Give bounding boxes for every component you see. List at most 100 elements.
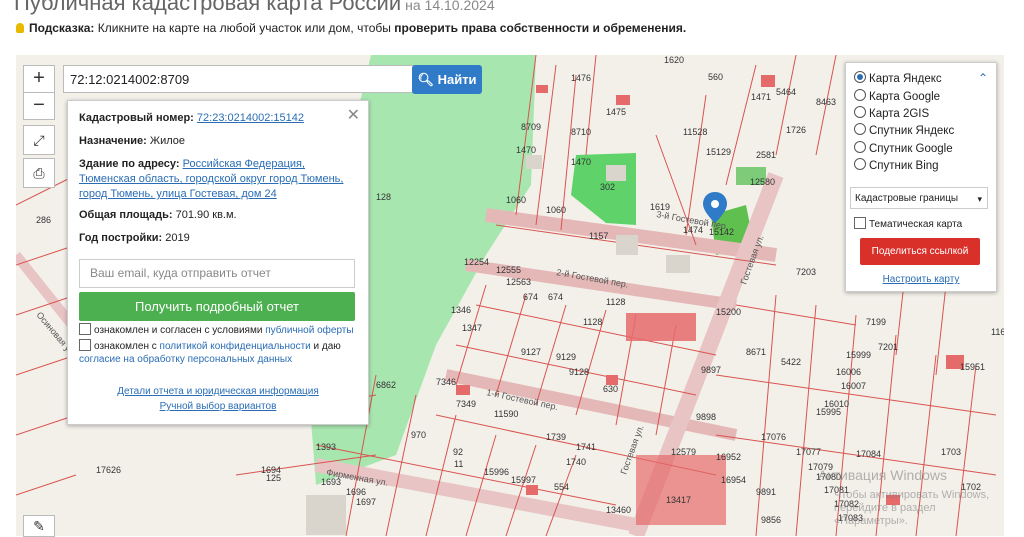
cadastral-number-row: Кадастровый номер: 72:23:0214002:15142 — [79, 111, 361, 126]
plot-number-label: 554 — [554, 482, 569, 492]
layer-label: Спутник Bing — [869, 160, 939, 172]
privacy-consent: ознакомлен с политикой конфиденциальност… — [79, 339, 361, 366]
layer-option[interactable]: Спутник Google — [854, 141, 953, 155]
cadastral-link[interactable]: 72:23:0214002:15142 — [197, 112, 304, 124]
offer-text: ознакомлен и согласен с условиями — [94, 325, 263, 336]
privacy-link[interactable]: политикой конфиденциальности — [160, 341, 311, 352]
plot-number-label: 1620 — [664, 55, 684, 65]
hint-text: Кликните на карте на любой участок или д… — [97, 21, 391, 35]
area-value: 701.90 кв.м. — [175, 209, 237, 221]
hint-label: Подсказка: — [29, 21, 95, 35]
zoom-in-button[interactable]: + — [23, 65, 55, 93]
plot-number-label: 15129 — [706, 147, 731, 157]
layer-label: Спутник Google — [869, 143, 953, 155]
consent-link[interactable]: согласие на обработку персональных данны… — [79, 354, 292, 365]
layer-label: Спутник Яндекс — [869, 125, 955, 137]
plot-number-label: 13460 — [606, 505, 631, 515]
map-layers-panel: ⌃ Карта Яндекс Карта Google Карта 2GIS С… — [845, 62, 997, 292]
plot-number-label: 16007 — [841, 381, 866, 391]
layer-option[interactable]: Карта Google — [854, 89, 940, 103]
plot-number-label: 1128 — [606, 297, 625, 307]
search-button-label: Найти — [437, 72, 477, 87]
plot-number-label: 7201 — [878, 342, 898, 352]
plot-number-label: 9891 — [756, 487, 776, 497]
get-report-button[interactable]: Получить подробный отчет — [79, 292, 355, 321]
plot-number-label: 1740 — [566, 457, 586, 467]
plot-number-label: 674 — [548, 292, 563, 302]
plot-number-label: 12555 — [496, 265, 521, 275]
area-label: Общая площадь: — [79, 209, 173, 221]
plot-number-label: 630 — [603, 384, 618, 394]
layer-option[interactable]: Спутник Яндекс — [854, 123, 954, 137]
search-button[interactable]: 🔍︎ Найти — [412, 65, 482, 94]
layer-label: Карта Яндекс — [869, 73, 942, 85]
printer-icon: ⎙ — [33, 165, 45, 181]
offer-checkbox[interactable] — [79, 323, 91, 335]
plot-number-label: 12579 — [671, 447, 696, 457]
report-details-link[interactable]: Детали отчета и юридическая информация — [68, 386, 368, 397]
email-input[interactable]: Ваш email, куда отправить отчет — [79, 259, 355, 288]
layer-type-select[interactable]: Кадастровые границы ▾ — [850, 187, 988, 209]
cadastral-search-input[interactable] — [63, 65, 415, 93]
layer-option[interactable]: Карта Яндекс — [854, 71, 942, 85]
radio-icon[interactable] — [854, 106, 866, 118]
chevron-up-icon[interactable]: ⌃ — [978, 71, 988, 85]
plot-number-label: 8710 — [571, 127, 591, 137]
hint-bar: Подсказка: Кликните на карте на любой уч… — [16, 21, 686, 35]
expand-icon: ⤢ — [33, 132, 45, 148]
plot-number-label: 2581 — [756, 150, 776, 160]
radio-icon[interactable] — [854, 71, 866, 83]
plot-number-label: 1060 — [546, 205, 566, 215]
setup-map-link[interactable]: Настроить карту — [846, 274, 996, 285]
plot-number-label: 12563 — [506, 277, 531, 287]
title-text: Публичная кадастровая карта России — [14, 0, 402, 15]
layer-option[interactable]: Карта 2GIS — [854, 106, 929, 120]
plot-number-label: 1703 — [941, 447, 961, 457]
plot-number-label: 12254 — [464, 257, 489, 267]
plot-number-label: 17077 — [796, 447, 821, 457]
plot-number-label: 15995 — [816, 407, 841, 417]
offer-link[interactable]: публичной оферты — [265, 325, 353, 336]
plot-number-label: 15951 — [960, 362, 985, 372]
plot-number-label: 6862 — [376, 380, 396, 390]
privacy-checkbox[interactable] — [79, 339, 91, 351]
plot-number-label: 674 — [523, 292, 538, 302]
radio-icon[interactable] — [854, 158, 866, 170]
plot-number-label: 1471 — [751, 92, 771, 102]
plot-number-label: 1741 — [576, 442, 596, 452]
privacy-text: ознакомлен с — [94, 341, 157, 352]
print-button[interactable]: ⎙ — [23, 158, 55, 188]
plot-number-label: 15999 — [846, 350, 871, 360]
thematic-checkbox[interactable] — [854, 217, 866, 229]
address-label: Здание по адресу: — [79, 158, 180, 170]
share-link-button[interactable]: Поделиться ссылкой — [860, 238, 980, 265]
plot-number-label: 16006 — [836, 367, 861, 377]
area-row: Общая площадь: 701.90 кв.м. — [79, 208, 361, 223]
radio-icon[interactable] — [854, 89, 866, 101]
manual-choice-link[interactable]: Ручной выбор вариантов — [68, 401, 368, 412]
plot-number-label: 11 — [454, 459, 463, 469]
title-date: на 14.10.2024 — [405, 0, 495, 13]
lightbulb-icon — [16, 23, 24, 33]
plot-number-label: 1697 — [356, 497, 376, 507]
layer-option[interactable]: Спутник Bing — [854, 158, 939, 172]
radio-icon[interactable] — [854, 123, 866, 135]
plot-number-label: 15200 — [716, 307, 741, 317]
plot-number-label: 7199 — [866, 317, 886, 327]
plot-number-label: 302 — [600, 182, 615, 192]
thematic-map-option[interactable]: Тематическая карта — [854, 217, 962, 230]
plot-number-label: 7346 — [436, 377, 456, 387]
select-value: Кадастровые границы — [855, 193, 959, 204]
radio-icon[interactable] — [854, 141, 866, 153]
purpose-row: Назначение: Жилое — [79, 134, 361, 149]
page-title: Публичная кадастровая карта России на 14.… — [14, 0, 495, 16]
privacy-text2: и даю — [313, 341, 341, 352]
windows-watermark: Активация Windows — [818, 467, 948, 483]
zoom-out-button[interactable]: − — [23, 92, 55, 120]
plot-number-label: 9128 — [569, 367, 589, 377]
object-info-panel: ✕ Кадастровый номер: 72:23:0214002:15142… — [67, 100, 369, 425]
plot-number-label: 16952 — [716, 452, 741, 462]
fullscreen-button[interactable]: ⤢ — [23, 125, 55, 155]
plot-number-label: 970 — [411, 430, 426, 440]
draw-button[interactable]: ✎ — [23, 515, 55, 537]
